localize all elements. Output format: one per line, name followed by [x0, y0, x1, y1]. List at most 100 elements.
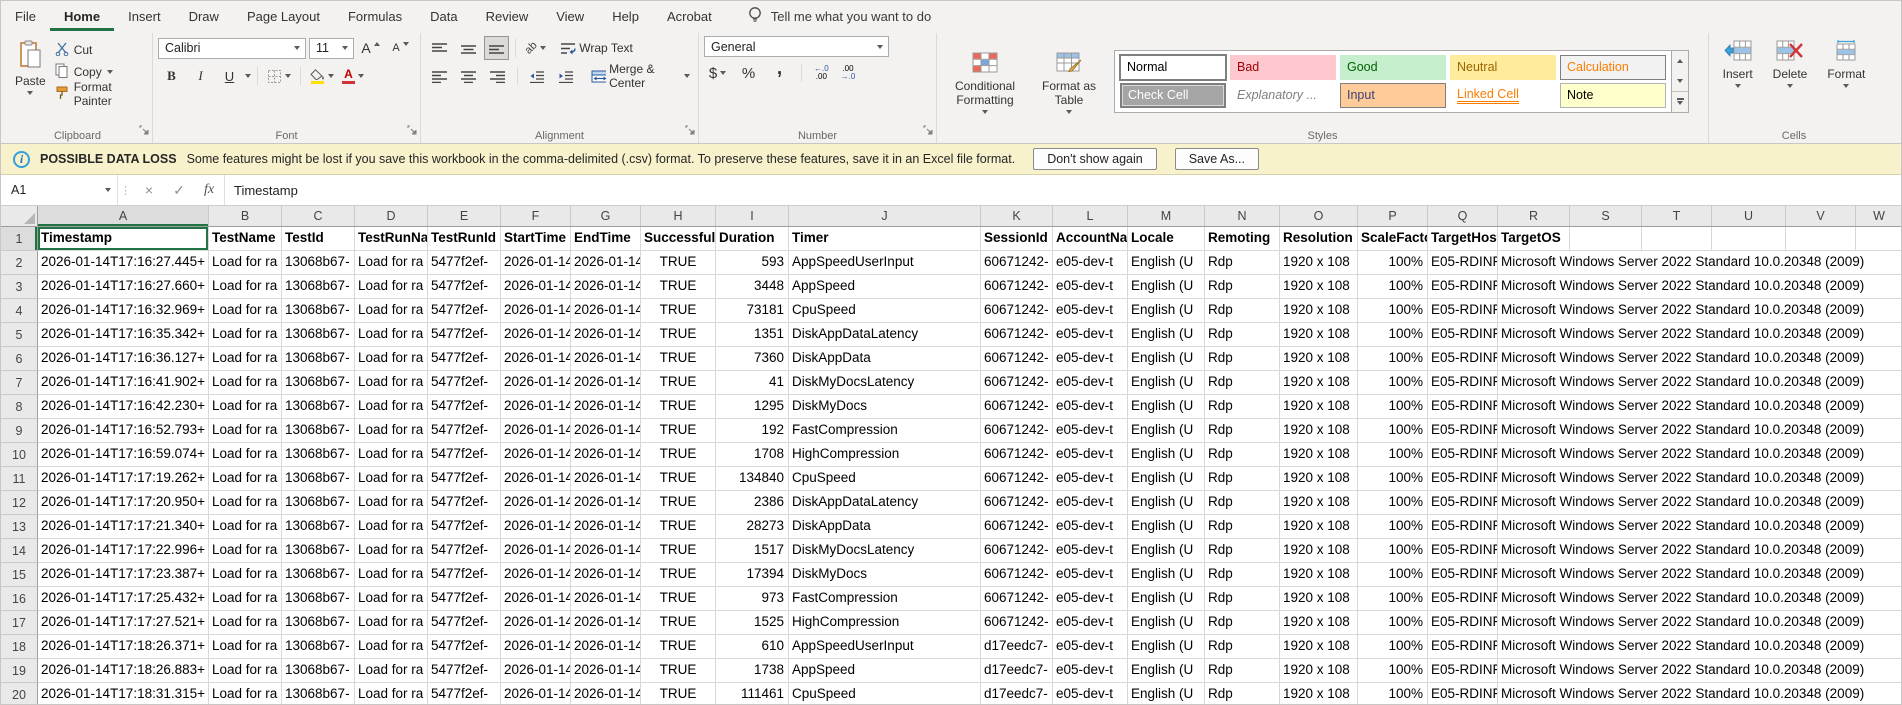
cell-F4[interactable]: 2026-01-14 — [501, 299, 571, 323]
cell-A15[interactable]: 2026-01-14T17:17:23.387+ — [38, 563, 209, 587]
cell-H3[interactable]: TRUE — [641, 275, 716, 299]
cell-H6[interactable]: TRUE — [641, 347, 716, 371]
increase-font-size-button[interactable]: A — [357, 36, 384, 60]
cell-E16[interactable]: 5477f2ef- — [428, 587, 501, 611]
cell-K11[interactable]: 60671242- — [981, 467, 1053, 491]
gallery-scroll-down-button[interactable] — [1672, 71, 1688, 91]
cell-L3[interactable]: e05-dev-t — [1053, 275, 1128, 299]
cell-P6[interactable]: 100% — [1358, 347, 1428, 371]
cell-I20[interactable]: 111461 — [716, 683, 789, 705]
cancel-button[interactable]: × — [134, 175, 164, 205]
cell-L9[interactable]: e05-dev-t — [1053, 419, 1128, 443]
cell-I19[interactable]: 1738 — [716, 659, 789, 683]
cell-N5[interactable]: Rdp — [1205, 323, 1280, 347]
cell-C8[interactable]: 13068b67- — [282, 395, 355, 419]
cell-G12[interactable]: 2026-01-14 — [571, 491, 641, 515]
cell-A14[interactable]: 2026-01-14T17:17:22.996+ — [38, 539, 209, 563]
column-header-V[interactable]: V — [1786, 206, 1856, 226]
cell-E7[interactable]: 5477f2ef- — [428, 371, 501, 395]
cell-A11[interactable]: 2026-01-14T17:17:19.262+ — [38, 467, 209, 491]
cell-A8[interactable]: 2026-01-14T17:16:42.230+ — [38, 395, 209, 419]
cell-J3[interactable]: AppSpeed — [789, 275, 981, 299]
cell-H18[interactable]: TRUE — [641, 635, 716, 659]
cell-L11[interactable]: e05-dev-t — [1053, 467, 1128, 491]
cell-B6[interactable]: Load for ra — [209, 347, 282, 371]
column-header-H[interactable]: H — [641, 206, 716, 226]
cell-D17[interactable]: Load for ra — [355, 611, 428, 635]
cell-I10[interactable]: 1708 — [716, 443, 789, 467]
cell-F10[interactable]: 2026-01-14 — [501, 443, 571, 467]
cell-K18[interactable]: d17eedc7- — [981, 635, 1053, 659]
column-header-U[interactable]: U — [1712, 206, 1786, 226]
cell-I1[interactable]: Duration — [716, 227, 789, 251]
column-header-W[interactable]: W — [1856, 206, 1901, 226]
cell-O17[interactable]: 1920 x 108 — [1280, 611, 1358, 635]
font-name-combo[interactable]: Calibri — [158, 38, 306, 59]
increase-indent-button[interactable] — [553, 64, 580, 88]
cell-P7[interactable]: 100% — [1358, 371, 1428, 395]
cell-J8[interactable]: DiskMyDocs — [789, 395, 981, 419]
column-header-N[interactable]: N — [1205, 206, 1280, 226]
merge-center-button[interactable]: Merge & Center — [588, 64, 693, 88]
cell-O13[interactable]: 1920 x 108 — [1280, 515, 1358, 539]
cell-P19[interactable]: 100% — [1358, 659, 1428, 683]
cell-M2[interactable]: English (U — [1128, 251, 1205, 275]
style-normal[interactable]: Normal — [1120, 55, 1226, 80]
cell-K7[interactable]: 60671242- — [981, 371, 1053, 395]
cell-N16[interactable]: Rdp — [1205, 587, 1280, 611]
cell-B7[interactable]: Load for ra — [209, 371, 282, 395]
borders-button[interactable] — [264, 64, 294, 88]
tab-help[interactable]: Help — [598, 1, 653, 31]
cell-G9[interactable]: 2026-01-14 — [571, 419, 641, 443]
cell-G19[interactable]: 2026-01-14 — [571, 659, 641, 683]
cell-O16[interactable]: 1920 x 108 — [1280, 587, 1358, 611]
cell-G20[interactable]: 2026-01-14 — [571, 683, 641, 705]
cell-U1[interactable] — [1712, 227, 1786, 251]
cell-O3[interactable]: 1920 x 108 — [1280, 275, 1358, 299]
cell-B5[interactable]: Load for ra — [209, 323, 282, 347]
cell-F18[interactable]: 2026-01-14 — [501, 635, 571, 659]
cell-G7[interactable]: 2026-01-14 — [571, 371, 641, 395]
cell-E1[interactable]: TestRunId — [428, 227, 501, 251]
cell-H11[interactable]: TRUE — [641, 467, 716, 491]
cell-F6[interactable]: 2026-01-14 — [501, 347, 571, 371]
cell-L17[interactable]: e05-dev-t — [1053, 611, 1128, 635]
cell-L20[interactable]: e05-dev-t — [1053, 683, 1128, 705]
cell-P1[interactable]: ScaleFactor — [1358, 227, 1428, 251]
row-header-6[interactable]: 6 — [1, 347, 38, 371]
cell-C10[interactable]: 13068b67- — [282, 443, 355, 467]
cell-Q14[interactable]: E05-RDINF — [1428, 539, 1498, 563]
cell-D5[interactable]: Load for ra — [355, 323, 428, 347]
cell-K20[interactable]: d17eedc7- — [981, 683, 1053, 705]
top-align-button[interactable] — [426, 36, 453, 60]
cell-D10[interactable]: Load for ra — [355, 443, 428, 467]
cell-F17[interactable]: 2026-01-14 — [501, 611, 571, 635]
row-header-10[interactable]: 10 — [1, 443, 38, 467]
tell-me-box[interactable]: Tell me what you want to do — [748, 1, 931, 31]
cell-K2[interactable]: 60671242- — [981, 251, 1053, 275]
cell-K5[interactable]: 60671242- — [981, 323, 1053, 347]
cell-D20[interactable]: Load for ra — [355, 683, 428, 705]
enter-button[interactable]: ✓ — [164, 175, 194, 205]
cell-J14[interactable]: DiskMyDocsLatency — [789, 539, 981, 563]
cell-N15[interactable]: Rdp — [1205, 563, 1280, 587]
row-header-1[interactable]: 1 — [1, 227, 38, 251]
cell-Q7[interactable]: E05-RDINF — [1428, 371, 1498, 395]
bold-button[interactable]: B — [158, 64, 185, 88]
cell-I4[interactable]: 73181 — [716, 299, 789, 323]
cell-G14[interactable]: 2026-01-14 — [571, 539, 641, 563]
cell-F5[interactable]: 2026-01-14 — [501, 323, 571, 347]
cell-P17[interactable]: 100% — [1358, 611, 1428, 635]
cell-B14[interactable]: Load for ra — [209, 539, 282, 563]
cell-I13[interactable]: 28273 — [716, 515, 789, 539]
underline-button[interactable]: U — [216, 64, 243, 88]
cell-H5[interactable]: TRUE — [641, 323, 716, 347]
decrease-decimal-button[interactable]: .00 →.0 — [837, 65, 860, 81]
cell-R20[interactable]: Microsoft Windows Server 2022 Standard 1… — [1498, 683, 1901, 705]
column-header-D[interactable]: D — [355, 206, 428, 226]
cell-G5[interactable]: 2026-01-14 — [571, 323, 641, 347]
cell-J1[interactable]: Timer — [789, 227, 981, 251]
cell-C15[interactable]: 13068b67- — [282, 563, 355, 587]
cell-J11[interactable]: CpuSpeed — [789, 467, 981, 491]
cell-Q12[interactable]: E05-RDINF — [1428, 491, 1498, 515]
